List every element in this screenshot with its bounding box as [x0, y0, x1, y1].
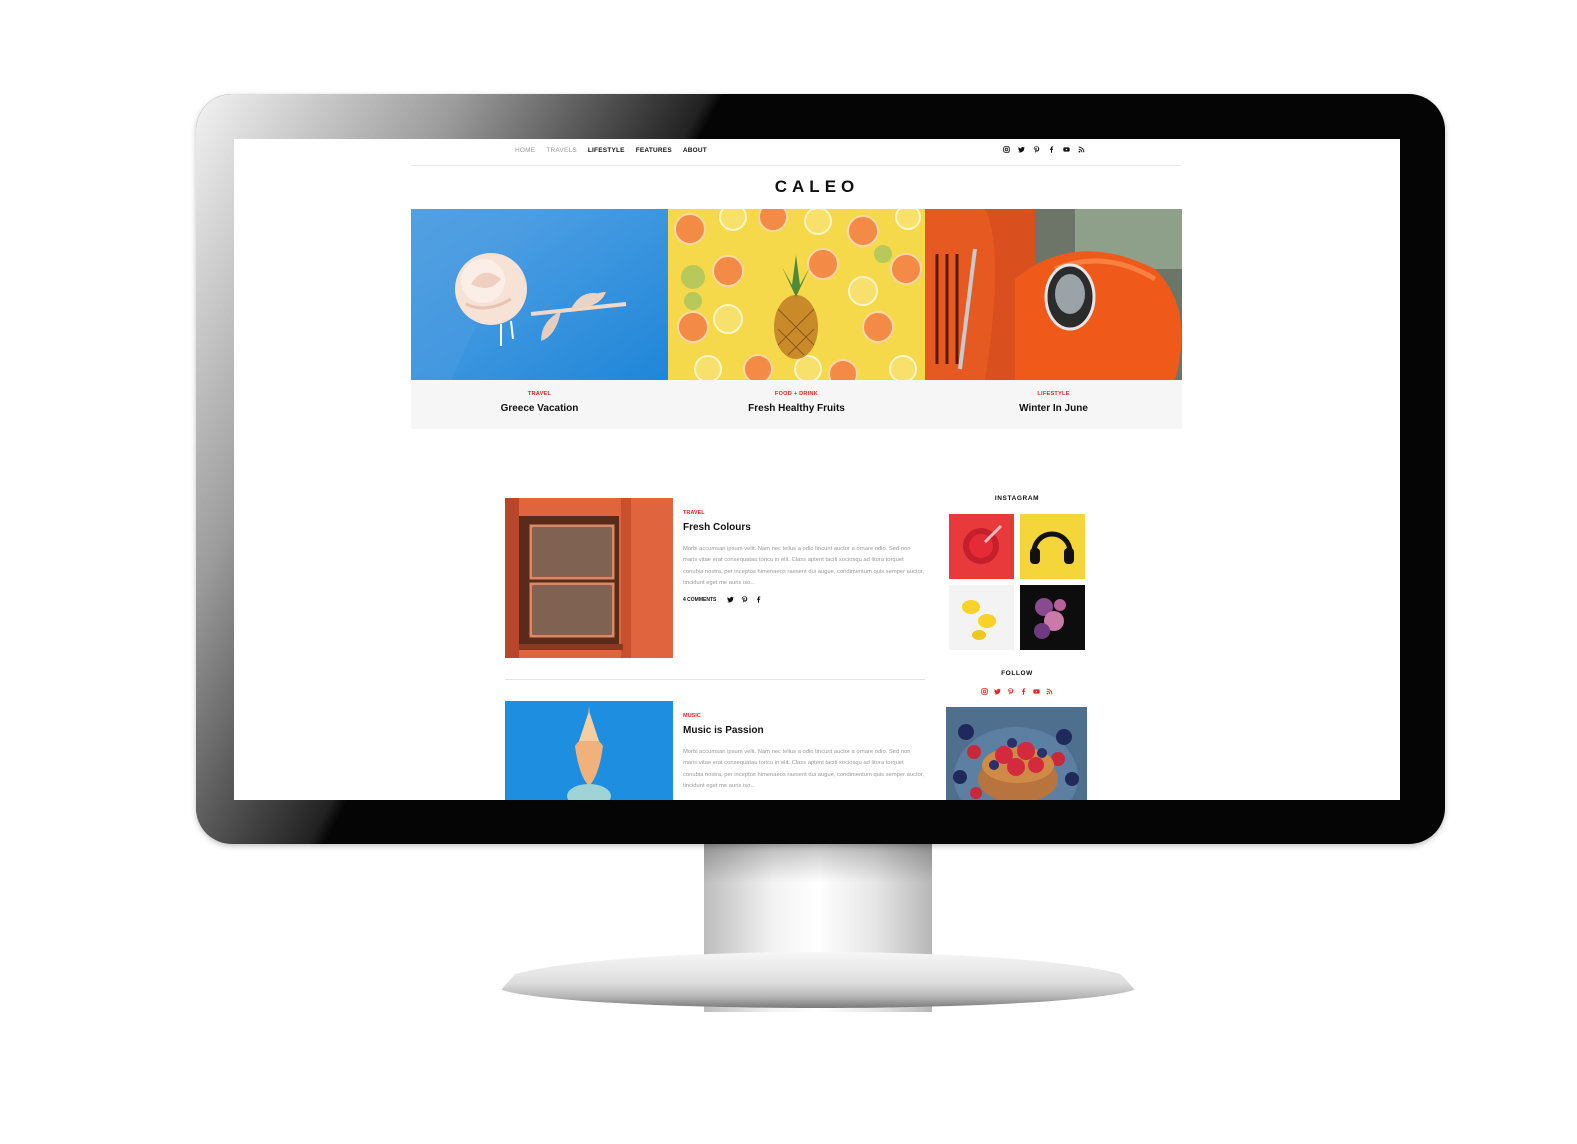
instagram-photo[interactable] — [1020, 585, 1085, 650]
instagram-icon[interactable] — [1003, 146, 1010, 153]
monitor-screen: HOME TRAVELS LIFESTYLE FEATURES ABOUT CA… — [234, 139, 1400, 800]
rss-icon[interactable] — [1078, 146, 1085, 153]
featured-category[interactable]: LIFESTYLE — [925, 391, 1182, 397]
featured-category[interactable]: TRAVEL — [411, 391, 668, 397]
post-thumbnail-window[interactable] — [505, 498, 673, 658]
featured-card[interactable]: FOOD + DRINK Fresh Healthy Fruits — [668, 209, 925, 429]
blog-page: HOME TRAVELS LIFESTYLE FEATURES ABOUT CA… — [234, 139, 1400, 800]
menu-item-lifestyle[interactable]: LIFESTYLE — [588, 147, 625, 154]
featured-title[interactable]: Greece Vacation — [411, 403, 668, 414]
post-title[interactable]: Music is Passion — [683, 725, 764, 736]
follow-social-links — [981, 688, 1053, 695]
featured-image-car[interactable] — [925, 209, 1182, 380]
post-card: TRAVEL Fresh Colours Morbi accumsan ipsu… — [505, 498, 925, 658]
featured-title[interactable]: Winter In June — [925, 403, 1182, 414]
facebook-icon[interactable] — [1020, 688, 1027, 695]
twitter-icon[interactable] — [994, 688, 1001, 695]
site-logo[interactable]: CALEO — [234, 177, 1400, 197]
featured-posts: TRAVEL Greece Vacation FOOD + DRINK Fres… — [411, 209, 1182, 429]
post-excerpt: Morbi accumsan ipsum velit. Nam nec tell… — [683, 749, 925, 789]
post-category[interactable]: TRAVEL — [683, 510, 705, 516]
post-excerpt: Morbi accumsan ipsum velit. Nam nec tell… — [683, 546, 925, 586]
menu-item-home[interactable]: HOME — [515, 147, 535, 154]
youtube-icon[interactable] — [1033, 688, 1040, 695]
comments-link[interactable]: 4 COMMENTS — [683, 597, 716, 603]
pinterest-icon[interactable] — [1033, 146, 1040, 153]
instagram-widget-title: INSTAGRAM — [994, 495, 1040, 502]
menu-item-features[interactable]: FEATURES — [636, 147, 672, 154]
post-category[interactable]: MUSIC — [683, 713, 701, 719]
rss-icon[interactable] — [1046, 688, 1053, 695]
facebook-icon[interactable] — [755, 596, 762, 603]
featured-title[interactable]: Fresh Healthy Fruits — [668, 403, 925, 414]
top-navigation: HOME TRAVELS LIFESTYLE FEATURES ABOUT — [411, 139, 1181, 166]
instagram-grid — [949, 514, 1085, 650]
header-social-links — [1003, 146, 1085, 153]
menu-item-travels[interactable]: TRAVELS — [546, 147, 577, 154]
instagram-photo[interactable] — [1020, 514, 1085, 579]
instagram-photo[interactable] — [949, 514, 1014, 579]
instagram-icon[interactable] — [981, 688, 988, 695]
pinterest-icon[interactable] — [741, 596, 748, 603]
featured-image-fruits[interactable] — [668, 209, 925, 380]
follow-widget-title: FOLLOW — [1001, 670, 1033, 677]
monitor-stand-base — [496, 952, 1140, 1008]
post-thumbnail-pineapple[interactable] — [505, 701, 673, 800]
featured-card[interactable]: LIFESTYLE Winter In June — [925, 209, 1182, 429]
facebook-icon[interactable] — [1048, 146, 1055, 153]
post-divider — [505, 679, 925, 680]
post-title[interactable]: Fresh Colours — [683, 522, 751, 533]
pinterest-icon[interactable] — [1007, 688, 1014, 695]
post-meta: 4 COMMENTS — [683, 596, 762, 603]
instagram-photo[interactable] — [949, 585, 1014, 650]
featured-category[interactable]: FOOD + DRINK — [668, 391, 925, 397]
twitter-icon[interactable] — [1018, 146, 1025, 153]
featured-image-rose[interactable] — [411, 209, 668, 380]
post-card: MUSIC Music is Passion Morbi accumsan ip… — [505, 701, 925, 800]
sidebar-banner-image[interactable] — [946, 707, 1087, 800]
youtube-icon[interactable] — [1063, 146, 1070, 153]
menu-item-about[interactable]: ABOUT — [683, 147, 707, 154]
main-menu: HOME TRAVELS LIFESTYLE FEATURES ABOUT — [515, 147, 718, 154]
featured-card[interactable]: TRAVEL Greece Vacation — [411, 209, 668, 429]
twitter-icon[interactable] — [727, 596, 734, 603]
